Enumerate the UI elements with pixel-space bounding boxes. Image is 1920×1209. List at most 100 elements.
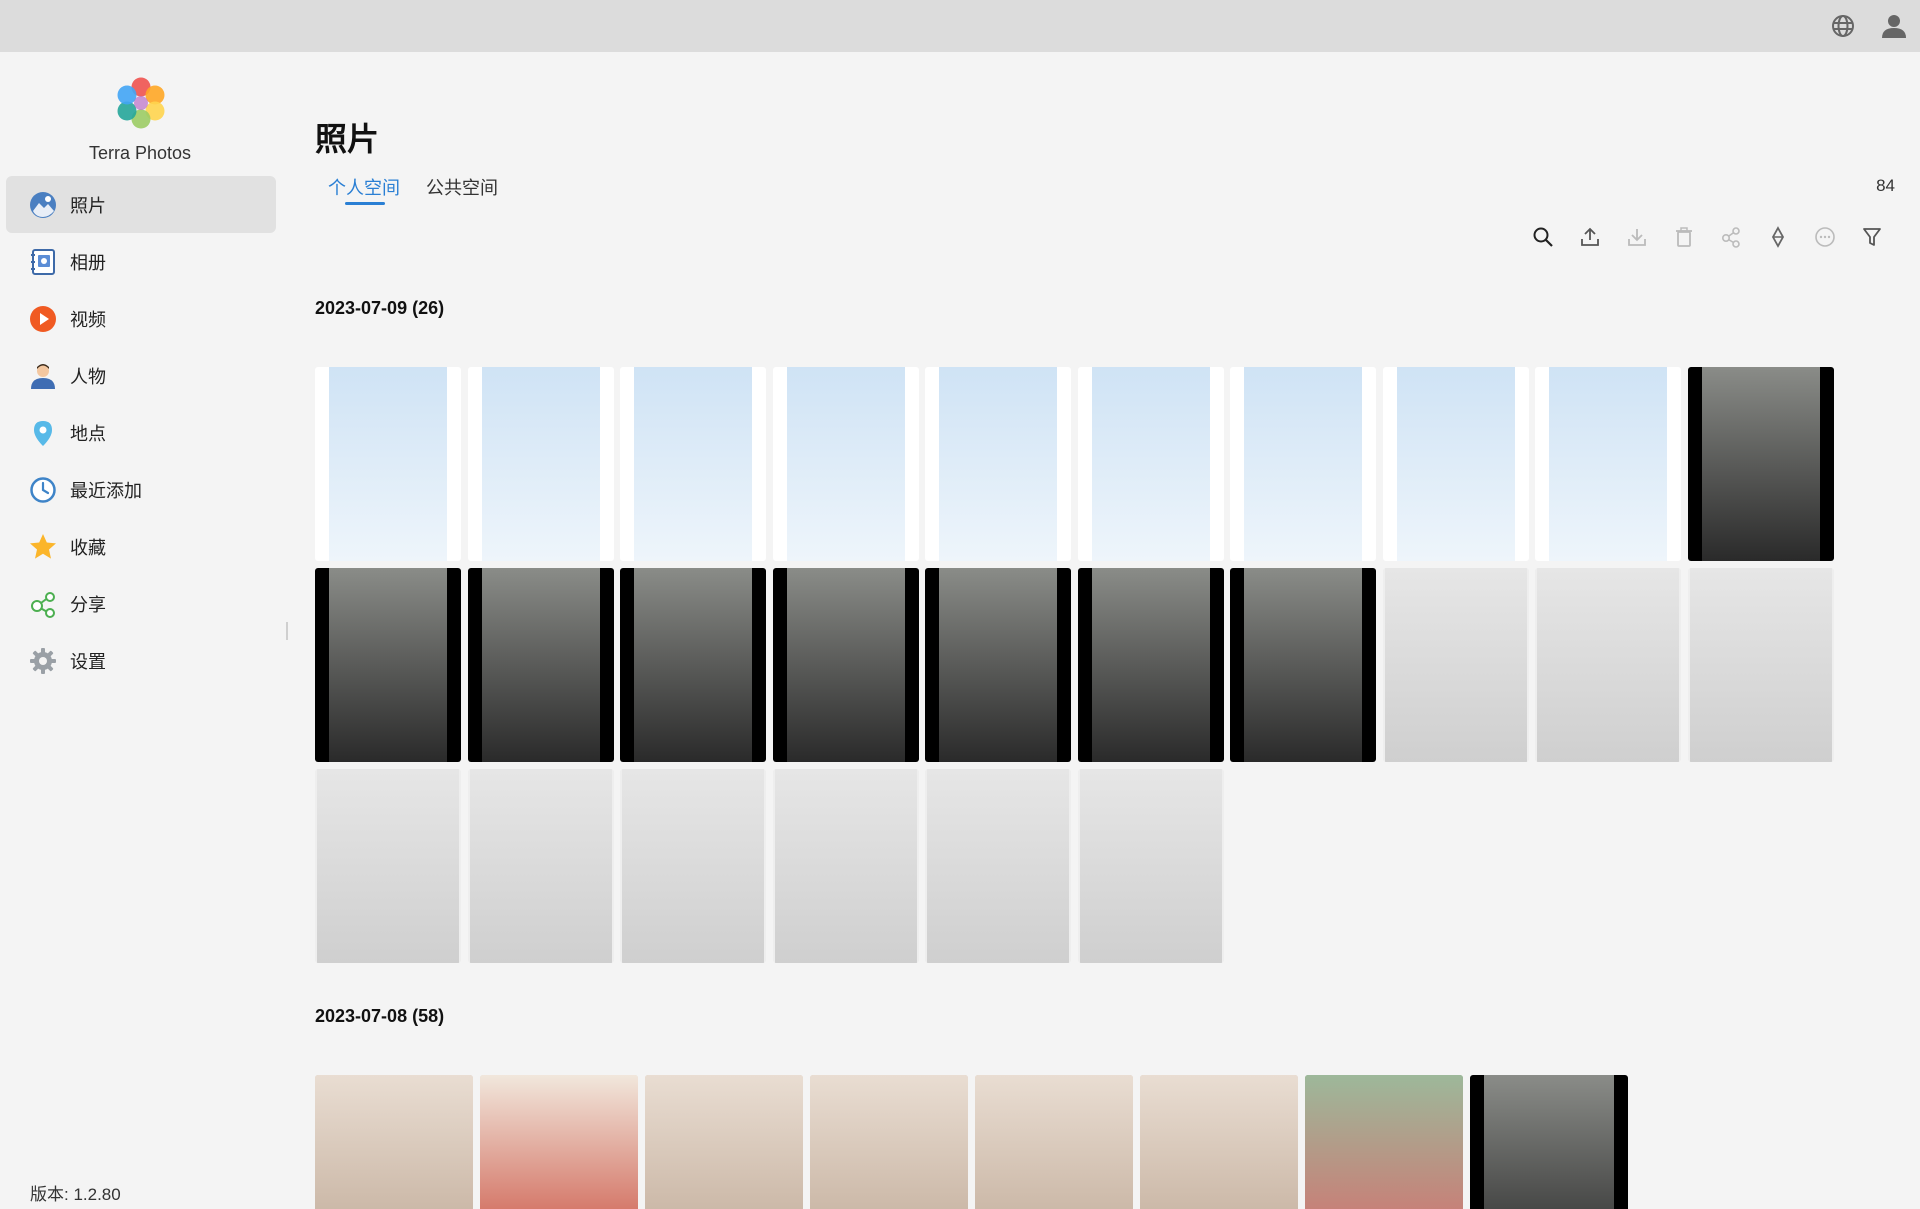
photo-thumbnail[interactable] <box>467 367 614 561</box>
photo-thumbnail[interactable] <box>1077 769 1224 963</box>
photo-grid <box>315 1075 1875 1209</box>
sidebar-item-album[interactable]: 相册 <box>6 233 276 290</box>
sidebar-item-label: 最近添加 <box>70 480 142 501</box>
photo-image <box>786 367 905 561</box>
photo-image <box>469 769 612 963</box>
photo-thumbnail[interactable] <box>315 1075 473 1209</box>
photo-image <box>786 568 905 762</box>
photo-thumbnail[interactable] <box>925 367 1071 561</box>
sidebar-item-label: 分享 <box>70 594 106 615</box>
photo-thumbnail[interactable] <box>1535 568 1681 762</box>
photo-thumbnail[interactable] <box>772 769 919 963</box>
photo-thumbnail[interactable] <box>620 568 766 762</box>
date-group-header: 2023-07-08 (58) <box>315 1006 445 1026</box>
more-icon[interactable] <box>1801 222 1848 252</box>
sidebar-item-people[interactable]: 人物 <box>6 347 276 404</box>
photo-image <box>329 568 447 762</box>
photo-thumbnail[interactable] <box>1230 367 1376 561</box>
photo-thumbnail[interactable] <box>1077 568 1224 762</box>
toolbar <box>1519 222 1895 252</box>
photo-thumbnail[interactable] <box>1470 1075 1628 1209</box>
photo-thumbnail[interactable] <box>480 1075 638 1209</box>
user-icon[interactable] <box>1881 13 1907 39</box>
photo-thumbnail[interactable] <box>1535 367 1681 561</box>
photo-thumbnail[interactable] <box>1140 1075 1298 1209</box>
photo-thumbnail[interactable] <box>772 568 919 762</box>
top-bar <box>0 0 1920 52</box>
sidebar-item-label: 设置 <box>70 651 106 672</box>
people-icon <box>28 361 58 391</box>
photo-image <box>1537 568 1679 762</box>
photo-image <box>939 367 1057 561</box>
photo-thumbnail[interactable] <box>1230 568 1376 762</box>
app-name: Terra Photos <box>88 143 192 163</box>
photo-thumbnail[interactable] <box>467 769 614 963</box>
photo-image <box>1305 1075 1463 1209</box>
photo-thumbnail[interactable] <box>1305 1075 1463 1209</box>
photos-icon <box>28 190 58 220</box>
photo-image <box>317 769 459 963</box>
clock-icon <box>28 475 58 505</box>
main-content: 照片 个人空间 公共空间 84 2023-07-09 (26) 2023-07-… <box>315 52 1905 1209</box>
page-title: 照片 <box>315 120 380 158</box>
star-icon <box>28 532 58 562</box>
location-icon <box>28 418 58 448</box>
photo-thumbnail[interactable] <box>315 769 461 963</box>
photo-image <box>1689 568 1832 762</box>
sidebar-item-label: 视频 <box>70 309 106 330</box>
photo-thumbnail[interactable] <box>810 1075 968 1209</box>
photo-thumbnail[interactable] <box>1687 367 1834 561</box>
gear-icon <box>28 646 58 676</box>
version-label: 版本: 1.2.80 <box>30 1185 121 1204</box>
sidebar-item-label: 人物 <box>70 366 106 387</box>
sidebar-item-label: 地点 <box>70 423 106 444</box>
trash-icon[interactable] <box>1660 222 1707 252</box>
photo-image <box>622 769 764 963</box>
photo-image <box>975 1075 1133 1209</box>
photo-image <box>1701 367 1820 561</box>
sidebar-resize-handle[interactable] <box>286 622 288 640</box>
video-icon <box>28 304 58 334</box>
photo-thumbnail[interactable] <box>1687 568 1834 762</box>
photo-thumbnail[interactable] <box>925 769 1071 963</box>
photo-thumbnail[interactable] <box>315 367 461 561</box>
photo-thumbnail[interactable] <box>467 568 614 762</box>
photo-thumbnail[interactable] <box>315 568 461 762</box>
download-icon[interactable] <box>1613 222 1660 252</box>
photo-thumbnail[interactable] <box>620 367 766 561</box>
photo-image <box>1244 568 1362 762</box>
sidebar-item-share[interactable]: 分享 <box>6 575 276 632</box>
upload-icon[interactable] <box>1566 222 1613 252</box>
sidebar-item-photos[interactable]: 照片 <box>6 176 276 233</box>
diamond-icon[interactable] <box>1754 222 1801 252</box>
share-icon[interactable] <box>1707 222 1754 252</box>
sidebar-item-location[interactable]: 地点 <box>6 404 276 461</box>
photo-thumbnail[interactable] <box>1077 367 1224 561</box>
search-icon[interactable] <box>1519 222 1566 252</box>
photo-thumbnail[interactable] <box>772 367 919 561</box>
photo-image <box>927 769 1069 963</box>
photo-image <box>1384 568 1527 762</box>
photo-image <box>774 769 917 963</box>
photo-image <box>634 367 752 561</box>
photo-image <box>810 1075 968 1209</box>
sidebar-item-settings[interactable]: 设置 <box>6 632 276 689</box>
photo-image <box>329 367 447 561</box>
globe-icon[interactable] <box>1830 13 1856 39</box>
sidebar-item-video[interactable]: 视频 <box>6 290 276 347</box>
sidebar-item-label: 相册 <box>70 252 106 273</box>
photo-thumbnail[interactable] <box>645 1075 803 1209</box>
tab-personal-space[interactable]: 个人空间 <box>328 174 400 200</box>
tab-public-space[interactable]: 公共空间 <box>426 174 498 200</box>
filter-icon[interactable] <box>1848 222 1895 252</box>
sidebar-item-favorites[interactable]: 收藏 <box>6 518 276 575</box>
app-logo-icon <box>117 77 165 129</box>
photo-image <box>1484 1075 1614 1209</box>
photo-thumbnail[interactable] <box>620 769 766 963</box>
photo-image <box>1079 769 1222 963</box>
photo-thumbnail[interactable] <box>1382 367 1529 561</box>
sidebar-item-recent[interactable]: 最近添加 <box>6 461 276 518</box>
photo-thumbnail[interactable] <box>1382 568 1529 762</box>
photo-thumbnail[interactable] <box>975 1075 1133 1209</box>
photo-thumbnail[interactable] <box>925 568 1071 762</box>
